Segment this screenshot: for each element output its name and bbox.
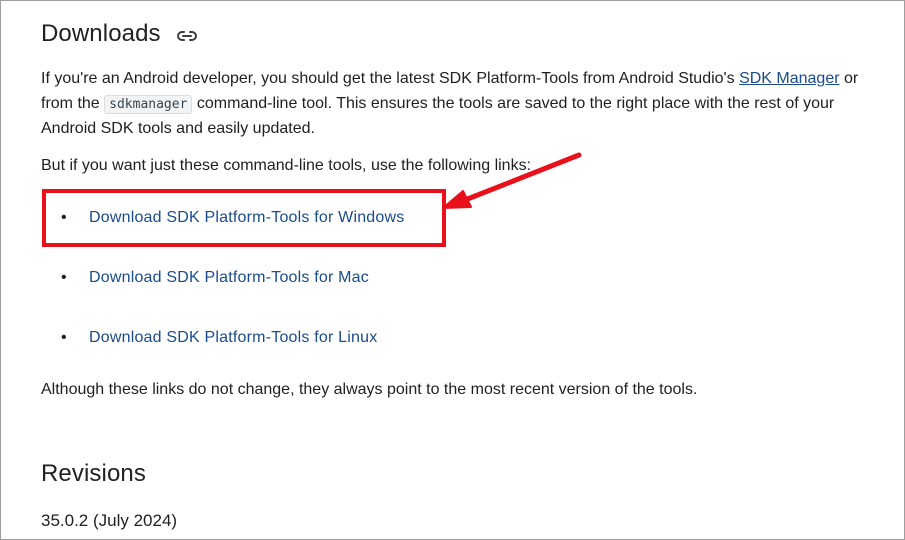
bullet: •	[61, 269, 67, 286]
although-paragraph: Although these links do not change, they…	[41, 381, 698, 398]
sdkmanager-code: sdkmanager	[104, 94, 193, 114]
link-icon[interactable]	[176, 29, 198, 43]
but-paragraph: But if you want just these command-line …	[41, 157, 532, 174]
intro-paragraph: If you're an Android developer, you shou…	[41, 67, 881, 142]
version-label: 35.0.2 (July 2024)	[41, 511, 178, 530]
revisions-heading: Revisions	[41, 460, 146, 487]
downloads-heading: Downloads	[41, 20, 161, 47]
download-linux-link[interactable]: Download SDK Platform-Tools for Linux	[89, 328, 377, 348]
download-mac-link[interactable]: Download SDK Platform-Tools for Mac	[89, 268, 369, 288]
intro-text-1: If you're an Android developer, you shou…	[41, 70, 740, 87]
sdk-manager-link[interactable]: SDK Manager	[739, 70, 840, 87]
page-frame: Downloads If you're an Android developer…	[0, 0, 905, 540]
bullet: •	[61, 329, 67, 346]
windows-highlight-box	[42, 189, 446, 247]
